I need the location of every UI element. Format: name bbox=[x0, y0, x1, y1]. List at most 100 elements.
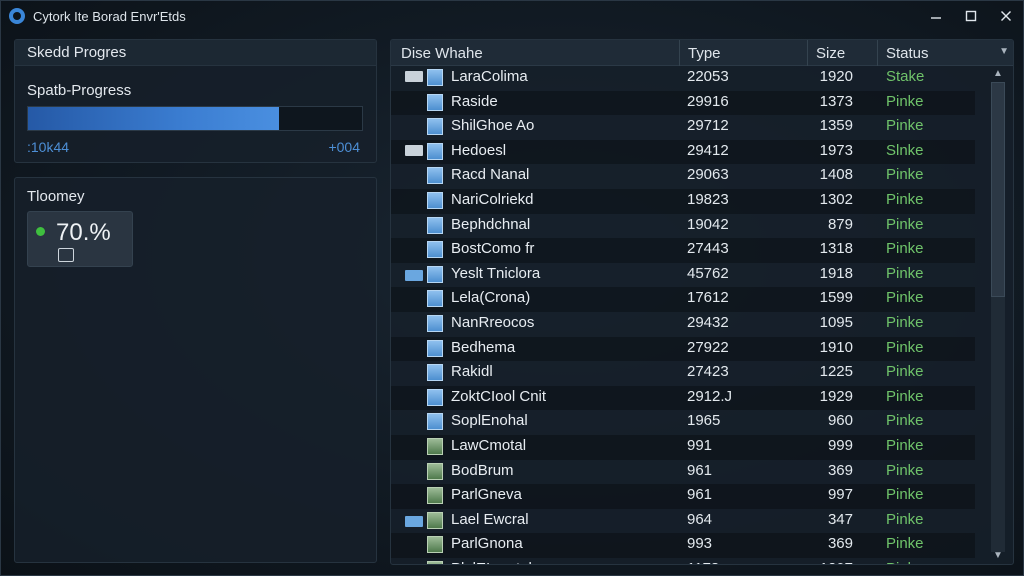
table-row[interactable]: Bedhema 27922 1910 Pinke bbox=[391, 336, 975, 362]
file-name: Raside bbox=[451, 92, 498, 110]
file-name: NanRreocos bbox=[451, 313, 535, 331]
file-type: 27922 bbox=[687, 338, 729, 356]
scroll-up-icon[interactable]: ▲ bbox=[991, 68, 1005, 79]
file-icon bbox=[427, 339, 443, 357]
file-type: 964 bbox=[687, 510, 713, 528]
table-row[interactable]: Yeslt Tniclora 45762 1918 Pinke bbox=[391, 263, 975, 288]
app-window: Cytork Ite Borad Envr'Etds Skedd Progres… bbox=[0, 0, 1024, 576]
table-row[interactable]: ParlGneva 961 997 Pinke bbox=[391, 484, 975, 509]
file-size: 1207 bbox=[809, 560, 853, 564]
file-list-rows: LaraColima 22053 1920 Stake Raside 29916 1373 P… bbox=[391, 66, 975, 564]
title-bar[interactable]: Cytork Ite Borad Envr'Etds bbox=[1, 1, 1023, 31]
file-icon bbox=[427, 413, 443, 431]
progress-right-value: +004 bbox=[328, 139, 360, 155]
file-icon bbox=[427, 364, 443, 382]
collapse-icon[interactable] bbox=[405, 71, 423, 82]
progress-left-value: :10k44 bbox=[27, 139, 70, 155]
file-icon bbox=[427, 388, 443, 406]
folder-icon[interactable] bbox=[405, 515, 423, 527]
vertical-scrollbar[interactable]: ▲ ▼ bbox=[973, 66, 1013, 564]
progress-bar bbox=[27, 106, 363, 131]
file-name: ShilGhoe Ao bbox=[451, 117, 535, 135]
file-status: Pinke bbox=[886, 363, 924, 381]
table-row[interactable]: Rakidl 27423 1225 Pinke bbox=[391, 361, 975, 386]
table-row[interactable]: Bephdchnal 19042 879 Pinke bbox=[391, 214, 975, 239]
table-row[interactable]: ParlGnona 993 369 Pinke bbox=[391, 533, 975, 558]
file-icon bbox=[427, 142, 443, 160]
scroll-down-icon[interactable]: ▼ bbox=[991, 550, 1005, 561]
file-size: 960 bbox=[827, 412, 853, 430]
file-type: 19042 bbox=[687, 215, 729, 233]
table-row[interactable]: LaraColima 22053 1920 Stake bbox=[391, 66, 975, 91]
column-header-name[interactable]: Dise Whahe bbox=[391, 40, 679, 66]
column-header-status[interactable]: Status bbox=[877, 40, 1013, 66]
file-status: Pinke bbox=[886, 215, 924, 233]
file-name: Lela(Crona) bbox=[451, 289, 531, 307]
file-status: Pinke bbox=[886, 387, 924, 405]
table-row[interactable]: Raside 29916 1373 Pinke bbox=[391, 90, 975, 116]
table-row[interactable]: ShilGhoe Ao 29712 1359 Pinke bbox=[391, 115, 975, 140]
file-size: 1910 bbox=[819, 338, 853, 356]
file-type: 1965 bbox=[687, 412, 721, 430]
table-row[interactable]: NariColriekd 19823 1302 Pinke bbox=[391, 188, 975, 214]
tool-value: 70.% bbox=[56, 219, 111, 246]
file-size: 1225 bbox=[819, 363, 853, 381]
minimize-button[interactable] bbox=[918, 1, 953, 31]
file-status: Slnke bbox=[886, 141, 924, 159]
app-logo-icon bbox=[9, 8, 25, 24]
table-row[interactable]: LawCmotal 991 999 Pinke bbox=[391, 434, 975, 460]
file-name: LawCmotal bbox=[451, 436, 527, 454]
table-row[interactable]: ZoktCIool Cnit 2912.J 1929 Pinke bbox=[391, 385, 975, 411]
file-name: Yeslt Tniclora bbox=[451, 264, 541, 282]
file-icon bbox=[427, 511, 443, 529]
file-type: 2912.J bbox=[687, 387, 733, 405]
file-size: 1973 bbox=[819, 141, 853, 159]
close-button[interactable] bbox=[988, 1, 1023, 31]
file-status: Pinke bbox=[886, 535, 924, 553]
file-size: 1359 bbox=[819, 117, 853, 135]
file-size: 1929 bbox=[819, 387, 853, 405]
column-header-size[interactable]: Size bbox=[807, 40, 877, 66]
table-row[interactable]: PlelEImurtal 1173 1207 Pinke bbox=[391, 558, 975, 564]
file-size: 369 bbox=[827, 461, 853, 479]
file-icon bbox=[427, 462, 443, 480]
table-row[interactable]: Hedoesl 29412 1973 Slnke bbox=[391, 139, 975, 165]
file-name: Lael Ewcral bbox=[451, 510, 529, 528]
collapse-icon[interactable] bbox=[405, 144, 423, 156]
table-row[interactable]: Racd Nanal 29063 1408 Pinke bbox=[391, 164, 975, 189]
file-status: Pinke bbox=[886, 436, 924, 454]
table-row[interactable]: BostComo fr 27443 1318 Pinke bbox=[391, 238, 975, 263]
table-row[interactable]: NanRreocos 29432 1095 Pinke bbox=[391, 312, 975, 337]
file-status: Pinke bbox=[886, 486, 924, 504]
table-row[interactable]: BodBrum 961 369 Pinke bbox=[391, 460, 975, 485]
file-name: Hedoesl bbox=[451, 141, 507, 159]
file-icon bbox=[427, 560, 443, 564]
file-type: 29432 bbox=[687, 313, 729, 331]
file-type: 29916 bbox=[687, 92, 729, 110]
file-type: 961 bbox=[687, 486, 713, 504]
file-type: 17612 bbox=[687, 289, 729, 307]
file-size: 1302 bbox=[819, 190, 853, 208]
minimize-icon bbox=[930, 17, 941, 19]
table-row[interactable]: SoplEnohal 1965 960 Pinke bbox=[391, 410, 975, 435]
column-menu-icon[interactable]: ▼ bbox=[999, 46, 1009, 57]
file-size: 369 bbox=[827, 535, 853, 553]
window-title: Cytork Ite Borad Envr'Etds bbox=[33, 8, 186, 24]
table-row[interactable]: Lael Ewcral 964 347 Pinke bbox=[391, 509, 975, 534]
file-name: Rakidl bbox=[451, 363, 493, 381]
file-icon bbox=[427, 265, 443, 283]
tool-status-card[interactable]: 70.% bbox=[27, 211, 133, 267]
file-status: Stake bbox=[886, 68, 925, 85]
table-row[interactable]: Lela(Crona) 17612 1599 Pinke bbox=[391, 287, 975, 312]
maximize-icon bbox=[965, 10, 976, 22]
file-status: Pinke bbox=[886, 240, 924, 258]
file-status: Pinke bbox=[886, 313, 924, 331]
tool-panel-label: Tloomey bbox=[27, 188, 85, 205]
file-size: 1095 bbox=[819, 313, 853, 331]
maximize-button[interactable] bbox=[953, 1, 988, 31]
column-header-type[interactable]: Type bbox=[679, 40, 807, 66]
file-icon bbox=[427, 69, 443, 86]
file-name: PlelEImurtal bbox=[451, 560, 532, 564]
scroll-thumb[interactable] bbox=[991, 82, 1005, 297]
folder-icon[interactable] bbox=[405, 269, 423, 281]
